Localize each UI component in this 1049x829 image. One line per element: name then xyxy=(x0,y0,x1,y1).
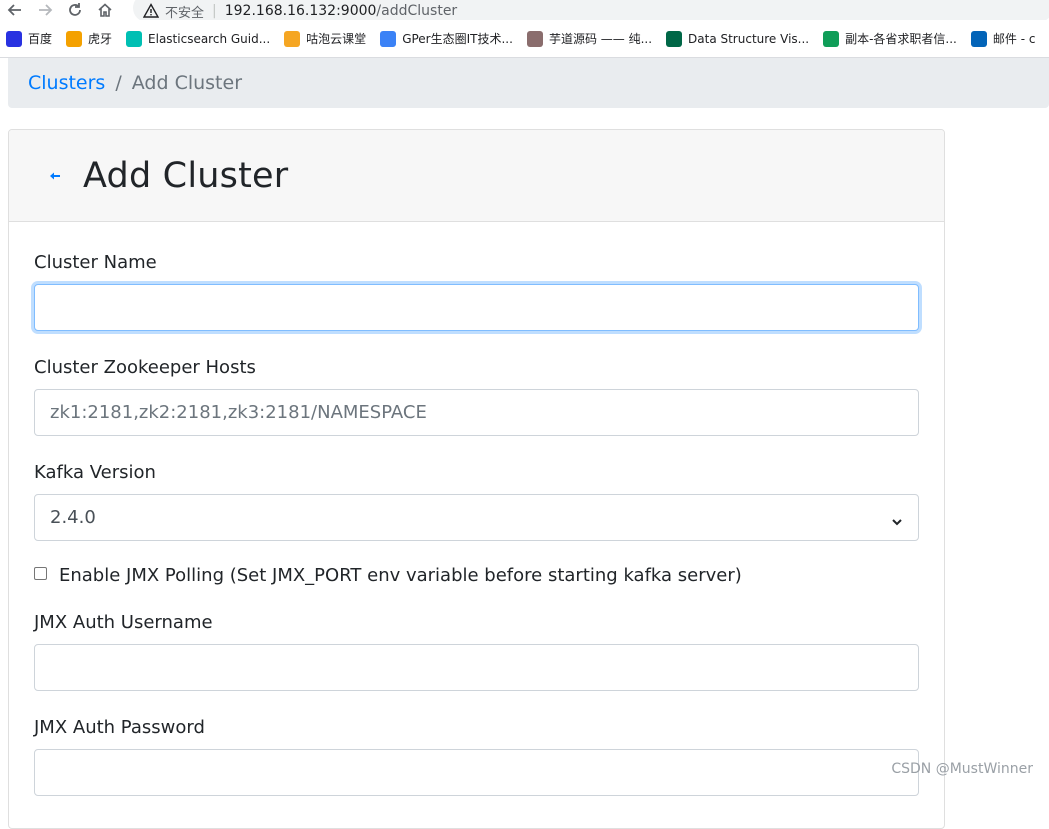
address-bar[interactable]: 不安全 | 192.168.16.132:9000/addCluster xyxy=(133,0,1049,22)
jmx-polling-label: Enable JMX Polling (Set JMX_PORT env var… xyxy=(59,565,742,586)
bookmark-item[interactable]: 邮件 - c xyxy=(970,30,1036,47)
bookmark-label: 咕泡云课堂 xyxy=(306,32,367,46)
usf-icon xyxy=(666,30,683,47)
bookmark-item[interactable]: Data Structure Vis... xyxy=(666,30,810,47)
jmx-password-label: JMX Auth Password xyxy=(34,717,205,738)
zookeeper-hosts-label: Cluster Zookeeper Hosts xyxy=(34,357,256,378)
add-cluster-form: Cluster Name Cluster Zookeeper Hosts Kaf… xyxy=(9,222,944,796)
baidu-icon xyxy=(6,30,22,47)
elastic-icon xyxy=(126,30,143,47)
bookmark-label: GPer生态圈IT技术... xyxy=(402,32,513,46)
breadcrumb-current: Add Cluster xyxy=(131,72,243,94)
breadcrumb: Clusters / Add Cluster xyxy=(8,58,1049,108)
back-arrow-icon[interactable] xyxy=(0,0,30,20)
bookmark-item[interactable]: 芋道源码 —— 纯... xyxy=(526,30,653,47)
page-title: Add Cluster xyxy=(83,155,289,196)
jmx-password-input[interactable] xyxy=(34,749,919,796)
bookmark-label: 邮件 - c xyxy=(992,32,1036,46)
chevron-down-icon xyxy=(891,512,903,525)
kafka-version-selected: 2.4.0 xyxy=(50,507,96,528)
reload-icon[interactable] xyxy=(60,0,90,20)
bookmark-item[interactable]: 副本-各省求职者信... xyxy=(823,30,957,47)
watermark: CSDN @MustWinner xyxy=(891,761,1033,777)
gper-icon xyxy=(380,30,397,47)
zookeeper-hosts-input[interactable] xyxy=(34,389,919,436)
bookmark-label: 芋道源码 —— 纯... xyxy=(548,32,653,46)
url-text: 192.168.16.132:9000/addCluster xyxy=(225,3,457,19)
bookmark-label: 百度 xyxy=(28,32,53,46)
outlook-icon xyxy=(970,30,987,47)
kafka-version-label: Kafka Version xyxy=(34,462,156,483)
bookmark-label: Data Structure Vis... xyxy=(688,31,810,46)
kafka-version-select[interactable]: 2.4.0 xyxy=(34,494,919,541)
jmx-username-label: JMX Auth Username xyxy=(34,612,213,633)
cluster-name-label: Cluster Name xyxy=(34,252,157,273)
bookmark-label: Elasticsearch Guid... xyxy=(148,31,271,46)
warning-triangle-icon[interactable] xyxy=(142,3,160,19)
jmx-polling-checkbox[interactable] xyxy=(34,567,47,580)
avatar-icon xyxy=(526,30,543,47)
url-host: 192.168.16.132:9000 xyxy=(224,3,377,19)
jmx-polling-row: Enable JMX Polling (Set JMX_PORT env var… xyxy=(34,565,919,586)
add-cluster-card: Add Cluster Cluster Name Cluster Zookeep… xyxy=(8,129,945,829)
bookmark-label: 虎牙 xyxy=(88,32,113,46)
home-icon[interactable] xyxy=(90,0,120,20)
back-arrow-icon[interactable] xyxy=(49,168,65,184)
browser-toolbar: 不安全 | 192.168.16.132:9000/addCluster xyxy=(0,0,1049,22)
breadcrumb-separator: / xyxy=(115,72,122,94)
bookmark-item[interactable]: 百度 xyxy=(6,30,52,47)
bulb-icon xyxy=(284,30,301,47)
bookmarks-bar: 百度 虎牙 Elasticsearch Guid... 咕泡云课堂 GPer生态圈IT技… xyxy=(0,20,1049,58)
forward-arrow-icon[interactable] xyxy=(30,0,60,20)
bookmark-item[interactable]: GPer生态圈IT技术... xyxy=(380,30,513,47)
insecure-label: 不安全 xyxy=(165,5,205,21)
url-path: /addCluster xyxy=(376,3,458,19)
breadcrumb-clusters-link[interactable]: Clusters xyxy=(28,72,105,94)
bookmark-label: 副本-各省求职者信... xyxy=(845,32,957,46)
bookmark-item[interactable]: Elasticsearch Guid... xyxy=(126,30,271,47)
jmx-username-input[interactable] xyxy=(34,644,919,691)
cluster-name-input[interactable] xyxy=(34,284,919,331)
huya-icon xyxy=(66,30,83,47)
card-header: Add Cluster xyxy=(9,130,944,222)
sheets-icon xyxy=(823,30,840,47)
bookmark-item[interactable]: 虎牙 xyxy=(66,30,112,47)
bookmark-item[interactable]: 咕泡云课堂 xyxy=(284,30,366,47)
address-separator: | xyxy=(212,3,217,19)
